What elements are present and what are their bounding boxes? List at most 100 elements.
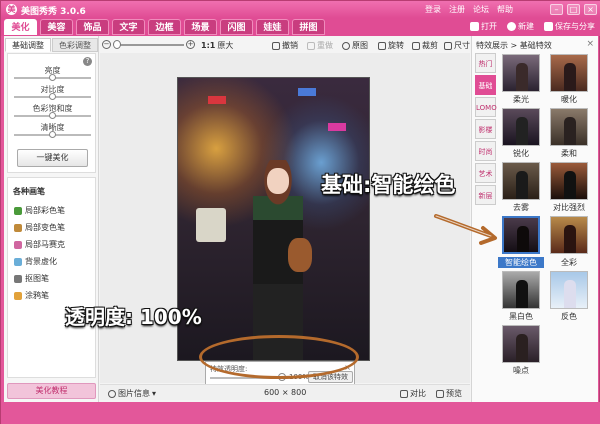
- effect-thumb[interactable]: [550, 271, 588, 309]
- local-color-brush[interactable]: 局部彩色笔: [14, 205, 65, 216]
- effect-callout: 基础:智能绘色: [321, 173, 456, 197]
- tab-text[interactable]: 文字: [112, 19, 145, 35]
- image-info-button[interactable]: 图片信息 ▾: [108, 388, 156, 399]
- transparency-knob[interactable]: [278, 373, 286, 381]
- contrast-slider[interactable]: [14, 93, 91, 100]
- category-basic[interactable]: 基础: [475, 75, 496, 95]
- effect-thumb[interactable]: [550, 108, 588, 146]
- tab-flash[interactable]: 闪图: [220, 19, 253, 35]
- effect-thumb-selected[interactable]: [502, 216, 540, 254]
- preview-button[interactable]: 预览: [436, 388, 462, 399]
- saturation-slider[interactable]: [14, 112, 91, 119]
- redo-icon: [307, 41, 315, 50]
- brush-label: 局部变色笔: [25, 223, 65, 232]
- tab-scene[interactable]: 场景: [184, 19, 217, 35]
- doodle-brush[interactable]: 涂鸦笔: [14, 290, 49, 301]
- zoom-knob[interactable]: [113, 40, 121, 49]
- background-blur-brush[interactable]: 背景虚化: [14, 256, 57, 267]
- login-link[interactable]: 登录: [425, 4, 441, 15]
- one-click-beautify-button[interactable]: 一键美化: [17, 149, 88, 167]
- undo-button[interactable]: 撤销: [272, 40, 298, 51]
- canvas-toolbar: − + 1:1 原大 撤销 重做 原图 旋转 裁剪 尺寸: [100, 38, 470, 52]
- effect-thumb[interactable]: [502, 108, 540, 146]
- cutout-brush[interactable]: 抠图笔: [14, 273, 49, 284]
- category-lomo[interactable]: LOMO: [475, 97, 497, 117]
- brush-label: 局部马赛克: [25, 240, 65, 249]
- actual-size-button[interactable]: 1:1 原大: [201, 40, 233, 51]
- open-button[interactable]: 打开: [470, 21, 497, 32]
- original-label: 原图: [352, 41, 368, 50]
- info-icon: [108, 389, 116, 398]
- thumb-figure: [564, 117, 576, 145]
- crop-label: 裁剪: [422, 41, 438, 50]
- effect-thumb[interactable]: [502, 271, 540, 309]
- forum-link[interactable]: 论坛: [473, 4, 489, 15]
- tab-accessories[interactable]: 饰品: [76, 19, 109, 35]
- local-mosaic-brush[interactable]: 局部马赛克: [14, 239, 65, 250]
- tab-basic-adjust[interactable]: 基础调整: [5, 38, 51, 52]
- tab-face[interactable]: 美容: [40, 19, 73, 35]
- tab-beautify[interactable]: 美化: [4, 19, 37, 35]
- effect-thumb[interactable]: [502, 325, 540, 363]
- zoom-out-icon[interactable]: −: [102, 40, 111, 49]
- tab-collage[interactable]: 拼图: [292, 19, 325, 35]
- transparency-slider[interactable]: [210, 377, 284, 379]
- effect-thumb[interactable]: [550, 216, 588, 254]
- rotate-button[interactable]: 旋转: [378, 40, 404, 51]
- effect-thumb[interactable]: [550, 162, 588, 200]
- resize-button[interactable]: 尺寸: [444, 40, 470, 51]
- category-new-layer[interactable]: 新层: [475, 185, 496, 205]
- minimize-button[interactable]: –: [550, 4, 563, 15]
- redo-button[interactable]: 重做: [307, 40, 333, 51]
- face-image: [267, 168, 289, 194]
- thumb-figure: [564, 280, 576, 308]
- close-icon[interactable]: ×: [586, 39, 594, 49]
- effect-thumb[interactable]: [502, 54, 540, 92]
- category-studio[interactable]: 影楼: [475, 119, 496, 139]
- contrast-knob[interactable]: [49, 93, 56, 100]
- effect-transparency-panel: 特效透明度: × 100% 取消该特效: [205, 361, 355, 385]
- folder-icon: [470, 22, 479, 31]
- sharpness-knob[interactable]: [49, 131, 56, 138]
- compare-button[interactable]: 对比: [400, 388, 426, 399]
- original-button[interactable]: 原图: [342, 40, 368, 51]
- save-share-button[interactable]: 保存与分享: [544, 21, 595, 32]
- brightness-slider[interactable]: [14, 74, 91, 81]
- cancel-effect-button[interactable]: 取消该特效: [308, 371, 353, 383]
- zoom-in-icon[interactable]: +: [186, 40, 195, 49]
- new-label: 新建: [518, 22, 534, 31]
- bottom-border: [1, 402, 600, 424]
- help-link[interactable]: 帮助: [497, 4, 513, 15]
- local-recolor-brush[interactable]: 局部变色笔: [14, 222, 65, 233]
- preview-icon: [436, 389, 444, 398]
- effect-thumb[interactable]: [502, 162, 540, 200]
- register-link[interactable]: 注册: [449, 4, 465, 15]
- resize-icon: [444, 41, 452, 50]
- category-fashion[interactable]: 时尚: [475, 141, 496, 161]
- tab-border[interactable]: 边框: [148, 19, 181, 35]
- canvas-area[interactable]: 特效透明度: × 100% 取消该特效: [100, 53, 470, 385]
- tab-doll[interactable]: 娃娃: [256, 19, 289, 35]
- close-button[interactable]: ×: [584, 4, 597, 15]
- saturation-knob[interactable]: [49, 112, 56, 119]
- category-hot[interactable]: 热门: [475, 53, 496, 73]
- category-art[interactable]: 艺术: [475, 163, 496, 183]
- crop-button[interactable]: 裁剪: [412, 40, 438, 51]
- effect-label: 锐化: [513, 149, 529, 158]
- resize-label: 尺寸: [454, 41, 470, 50]
- zoom-slider[interactable]: [114, 44, 184, 46]
- pencil-icon: [14, 291, 22, 300]
- brightness-knob[interactable]: [49, 74, 56, 81]
- tab-color-adjust[interactable]: 色彩调整: [52, 38, 98, 52]
- effect-label: 全彩: [561, 258, 577, 267]
- beautify-tutorial-button[interactable]: 美化教程: [7, 383, 96, 399]
- neon-sign-image: [208, 96, 226, 104]
- recolor-brush-icon: [14, 223, 22, 232]
- main-tab-bar: 美化 美容 饰品 文字 边框 场景 闪图 娃娃 拼图 打开 新建 保存与分享: [1, 18, 600, 36]
- new-button[interactable]: 新建: [507, 21, 534, 32]
- edited-photo[interactable]: [177, 77, 370, 361]
- effect-label: 反色: [561, 312, 577, 321]
- sharpness-slider[interactable]: [14, 131, 91, 138]
- maximize-button[interactable]: □: [567, 4, 580, 15]
- effect-thumb[interactable]: [550, 54, 588, 92]
